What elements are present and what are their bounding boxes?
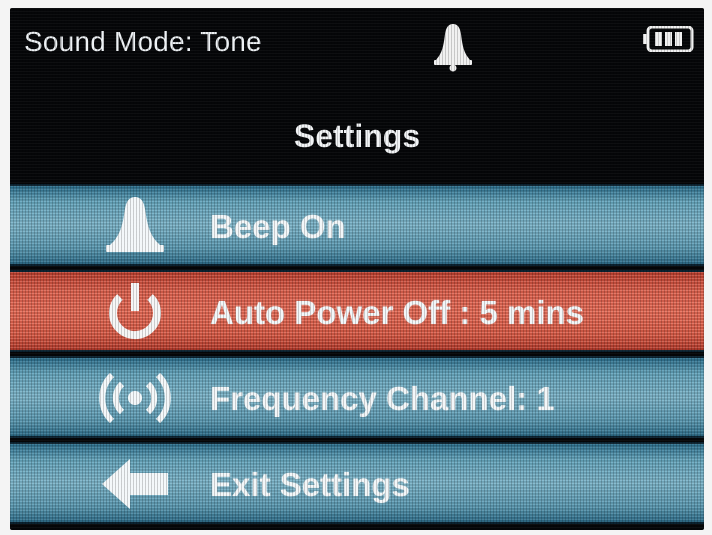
device-screen: Sound Mode: Tone Settings Beep On Auto P… (10, 8, 704, 530)
menu-item-frequency-channel[interactable]: Frequency Channel: 1 (10, 356, 704, 438)
power-icon (109, 283, 161, 340)
arrow-left-icon (102, 459, 168, 509)
status-bar: Sound Mode: Tone (10, 8, 704, 78)
battery-icon (643, 26, 694, 52)
menu-item-auto-power-off[interactable]: Auto Power Off : 5 mins (10, 270, 704, 352)
bell-icon (106, 197, 164, 252)
bell-icon (434, 24, 472, 72)
menu-item-label: Auto Power Off : 5 mins (210, 294, 585, 331)
menu-item-label: Exit Settings (210, 466, 410, 503)
menu-item-label: Frequency Channel: 1 (210, 380, 555, 417)
wireless-signal-icon (99, 372, 171, 424)
sound-mode-status: Sound Mode: Tone (24, 26, 262, 57)
menu-item-label: Beep On (210, 208, 346, 245)
page-title: Settings (293, 118, 421, 154)
menu-item-exit-settings[interactable]: Exit Settings (10, 442, 704, 524)
menu-item-beep[interactable]: Beep On (10, 184, 704, 266)
